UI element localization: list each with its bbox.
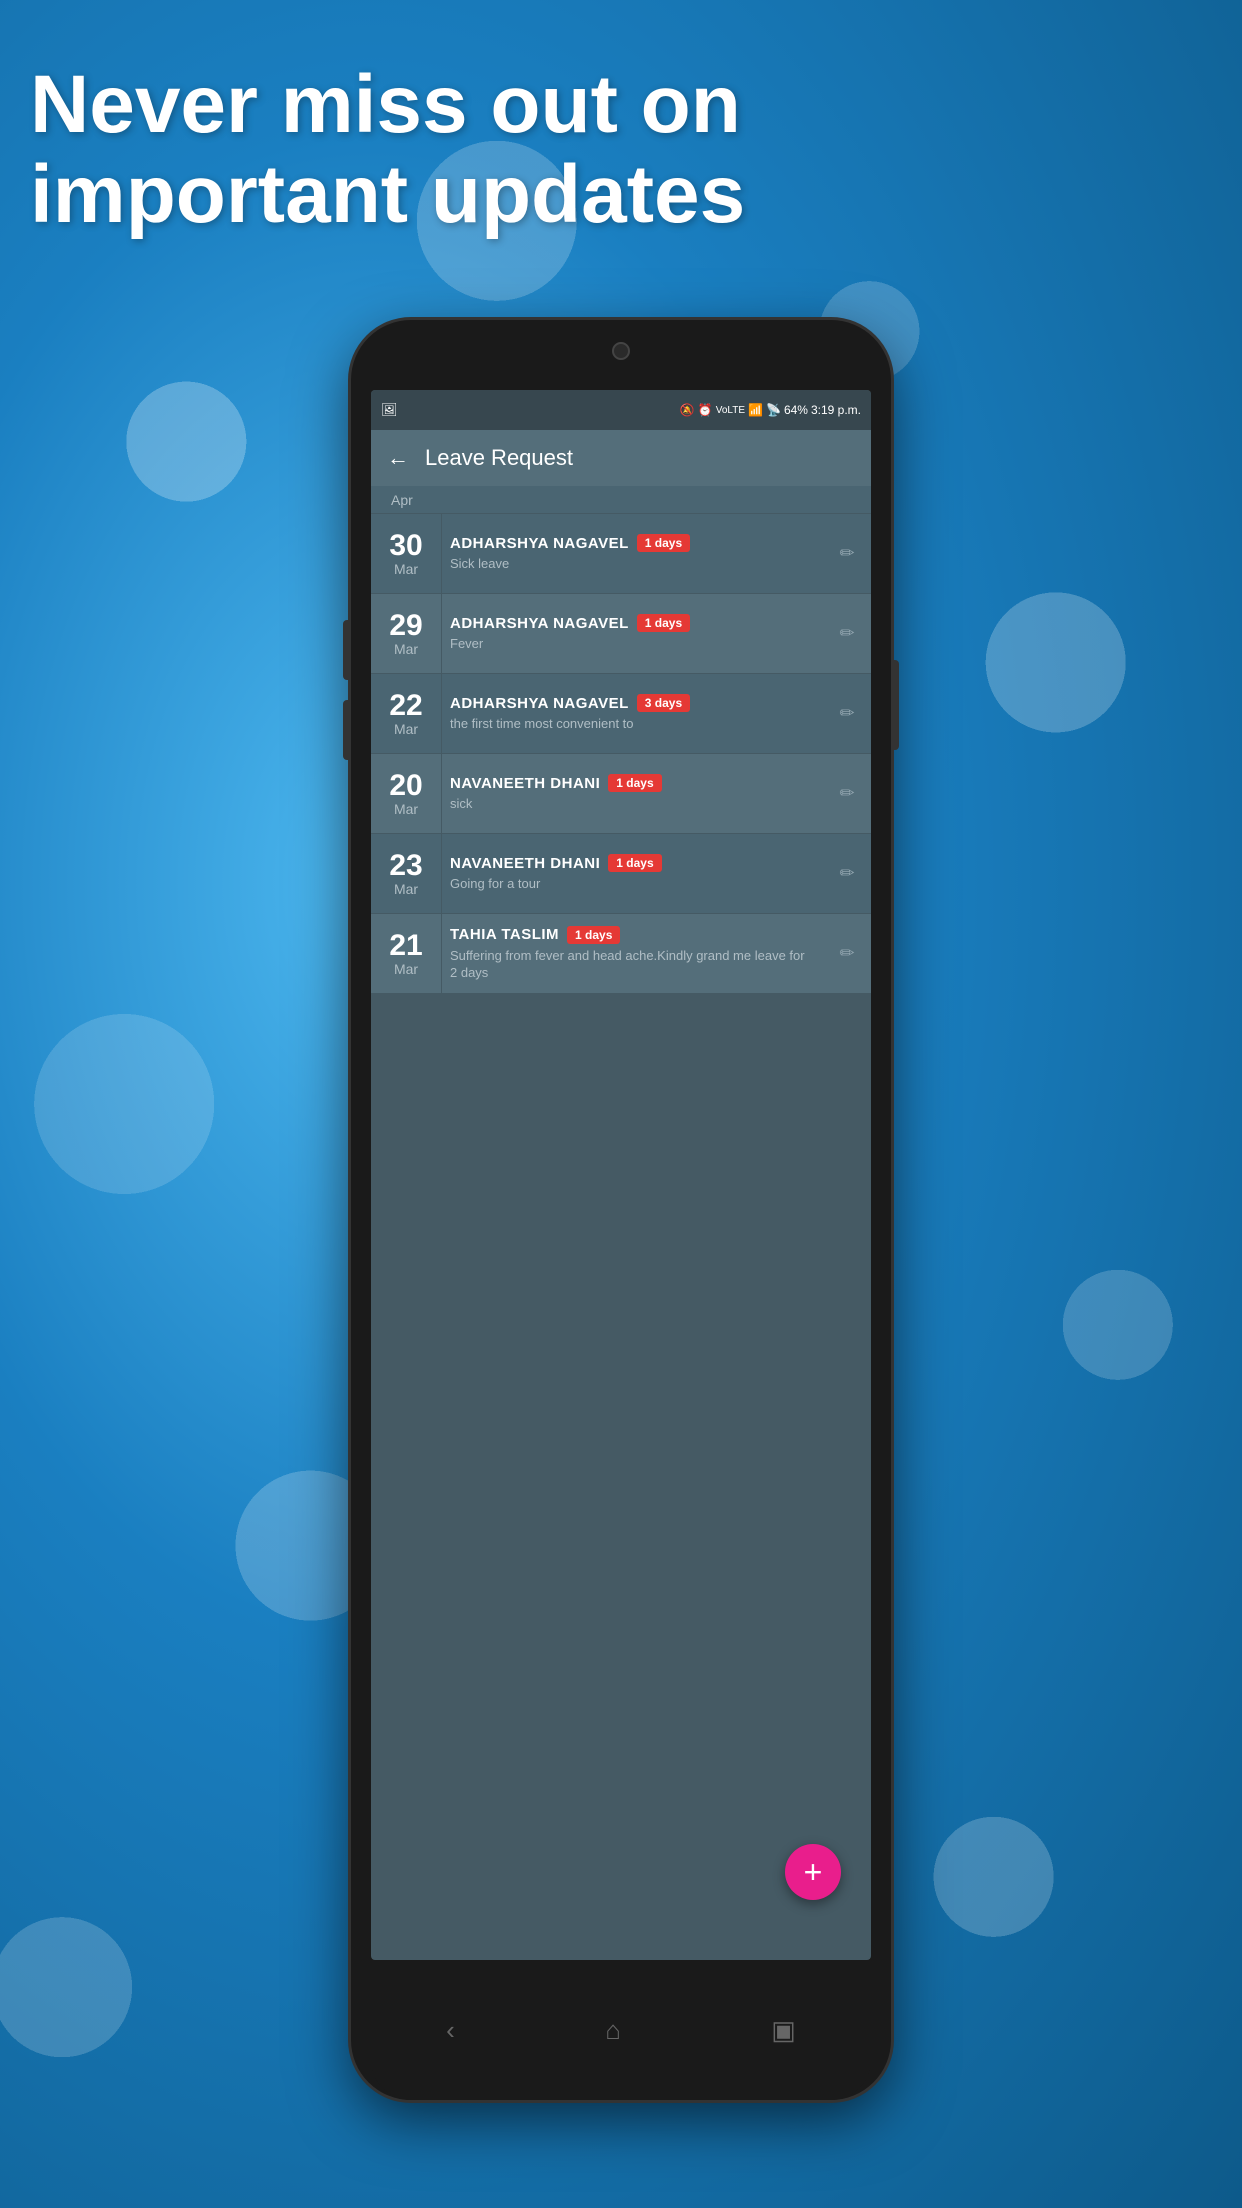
leave-reason: the first time most convenient to	[450, 716, 815, 733]
edit-col[interactable]: ✏	[823, 674, 871, 753]
employee-name: ADHARSHYA NAGAVEL	[450, 695, 629, 712]
content-col: ADHARSHYA NAGAVEL 1 days Sick leave	[441, 514, 823, 593]
app-bar: ← Leave Request	[371, 430, 871, 486]
leave-reason: Suffering from fever and head ache.Kindl…	[450, 948, 815, 982]
content-col: NAVANEETH DHANI 1 days Going for a tour	[441, 834, 823, 913]
edit-icon[interactable]: ✏	[839, 783, 854, 804]
app-bar-title: Leave Request	[425, 445, 573, 471]
edit-icon[interactable]: ✏	[839, 703, 854, 724]
nav-home-button[interactable]: ⌂	[605, 2015, 621, 2046]
leave-reason: sick	[450, 796, 815, 813]
edit-col[interactable]: ✏	[823, 514, 871, 593]
days-badge: 3 days	[637, 694, 690, 712]
edit-col[interactable]: ✏	[823, 914, 871, 993]
employee-name: TAHIA TASLIM	[450, 926, 559, 943]
date-day: 30	[389, 531, 422, 561]
leave-request-list: 30 Mar ADHARSHYA NAGAVEL 1 days Sick lea…	[371, 514, 871, 994]
headline: Never miss out on important updates	[30, 60, 1212, 240]
mute-icon: 🔕	[680, 403, 695, 417]
date-day: 23	[389, 851, 422, 881]
date-month: Mar	[394, 561, 418, 577]
content-col: TAHIA TASLIM 1 days Suffering from fever…	[441, 914, 823, 993]
item-header: NAVANEETH DHANI 1 days	[450, 774, 815, 792]
edit-icon[interactable]: ✏	[839, 863, 854, 884]
date-col: 21 Mar	[371, 914, 441, 993]
item-header: TAHIA TASLIM 1 days	[450, 926, 815, 944]
date-col: 30 Mar	[371, 514, 441, 593]
list-container: Apr 30 Mar ADHARSHYA NAGAVEL 1 days Sick…	[371, 486, 871, 1960]
employee-name: NAVANEETH DHANI	[450, 855, 600, 872]
side-button-volume-down	[343, 700, 351, 760]
days-badge: 1 days	[637, 614, 690, 632]
status-right: 🔕 ⏰ VoLTE 📶 📡 64% 3:19 p.m.	[680, 403, 861, 417]
photo-icon: 🖼	[381, 402, 398, 418]
content-col: NAVANEETH DHANI 1 days sick	[441, 754, 823, 833]
list-item[interactable]: 22 Mar ADHARSHYA NAGAVEL 3 days the firs…	[371, 674, 871, 754]
date-month: Mar	[394, 881, 418, 897]
item-header: ADHARSHYA NAGAVEL 1 days	[450, 534, 815, 552]
days-badge: 1 days	[608, 854, 661, 872]
days-badge: 1 days	[567, 926, 620, 944]
date-month: Mar	[394, 721, 418, 737]
partial-item: Apr	[371, 486, 871, 514]
date-col: 23 Mar	[371, 834, 441, 913]
item-header: NAVANEETH DHANI 1 days	[450, 854, 815, 872]
list-item[interactable]: 21 Mar TAHIA TASLIM 1 days Suffering fro…	[371, 914, 871, 994]
edit-col[interactable]: ✏	[823, 754, 871, 833]
signal-icon: 📡	[766, 403, 781, 417]
date-col: 20 Mar	[371, 754, 441, 833]
side-button-power	[891, 660, 899, 750]
volte-icon: VoLTE	[716, 405, 745, 416]
headline-line1: Never miss out on	[30, 60, 1212, 150]
list-item[interactable]: 20 Mar NAVANEETH DHANI 1 days sick ✏	[371, 754, 871, 834]
leave-reason: Sick leave	[450, 556, 815, 573]
edit-col[interactable]: ✏	[823, 594, 871, 673]
list-item[interactable]: 30 Mar ADHARSHYA NAGAVEL 1 days Sick lea…	[371, 514, 871, 594]
alarm-icon: ⏰	[698, 403, 713, 417]
time-display: 3:19 p.m.	[811, 403, 861, 417]
headline-line2: important updates	[30, 150, 1212, 240]
date-day: 29	[389, 611, 422, 641]
days-badge: 1 days	[608, 774, 661, 792]
list-item[interactable]: 29 Mar ADHARSHYA NAGAVEL 1 days Fever ✏	[371, 594, 871, 674]
leave-reason: Fever	[450, 636, 815, 653]
back-button[interactable]: ←	[387, 445, 409, 471]
date-day: 21	[389, 931, 422, 961]
wifi-icon: 📶	[748, 403, 763, 417]
employee-name: NAVANEETH DHANI	[450, 775, 600, 792]
list-item[interactable]: 23 Mar NAVANEETH DHANI 1 days Going for …	[371, 834, 871, 914]
edit-icon[interactable]: ✏	[839, 543, 854, 564]
leave-reason: Going for a tour	[450, 876, 815, 893]
date-month: Mar	[394, 641, 418, 657]
nav-recents-button[interactable]: ▣	[771, 2015, 796, 2046]
phone-screen: 🖼 🔕 ⏰ VoLTE 📶 📡 64% 3:19 p.m. ← Leave Re…	[371, 390, 871, 1960]
date-month: Mar	[394, 961, 418, 977]
date-day: 22	[389, 691, 422, 721]
side-button-volume-up	[343, 620, 351, 680]
navigation-bar: ‹ ⌂ ▣	[371, 1960, 871, 2100]
edit-col[interactable]: ✏	[823, 834, 871, 913]
date-month: Mar	[394, 801, 418, 817]
date-day: 20	[389, 771, 422, 801]
battery-percent: 64%	[784, 403, 808, 417]
employee-name: ADHARSHYA NAGAVEL	[450, 615, 629, 632]
days-badge: 1 days	[637, 534, 690, 552]
edit-icon[interactable]: ✏	[839, 623, 854, 644]
phone-camera	[612, 342, 630, 360]
item-header: ADHARSHYA NAGAVEL 3 days	[450, 694, 815, 712]
add-icon: +	[804, 1854, 823, 1891]
item-header: ADHARSHYA NAGAVEL 1 days	[450, 614, 815, 632]
nav-back-button[interactable]: ‹	[446, 2015, 455, 2046]
content-col: ADHARSHYA NAGAVEL 1 days Fever	[441, 594, 823, 673]
edit-icon[interactable]: ✏	[839, 943, 854, 964]
date-col: 22 Mar	[371, 674, 441, 753]
status-bar: 🖼 🔕 ⏰ VoLTE 📶 📡 64% 3:19 p.m.	[371, 390, 871, 430]
date-col: 29 Mar	[371, 594, 441, 673]
status-left: 🖼	[381, 402, 398, 418]
add-button[interactable]: +	[785, 1844, 841, 1900]
employee-name: ADHARSHYA NAGAVEL	[450, 535, 629, 552]
content-col: ADHARSHYA NAGAVEL 3 days the first time …	[441, 674, 823, 753]
phone: 🖼 🔕 ⏰ VoLTE 📶 📡 64% 3:19 p.m. ← Leave Re…	[351, 320, 891, 2100]
